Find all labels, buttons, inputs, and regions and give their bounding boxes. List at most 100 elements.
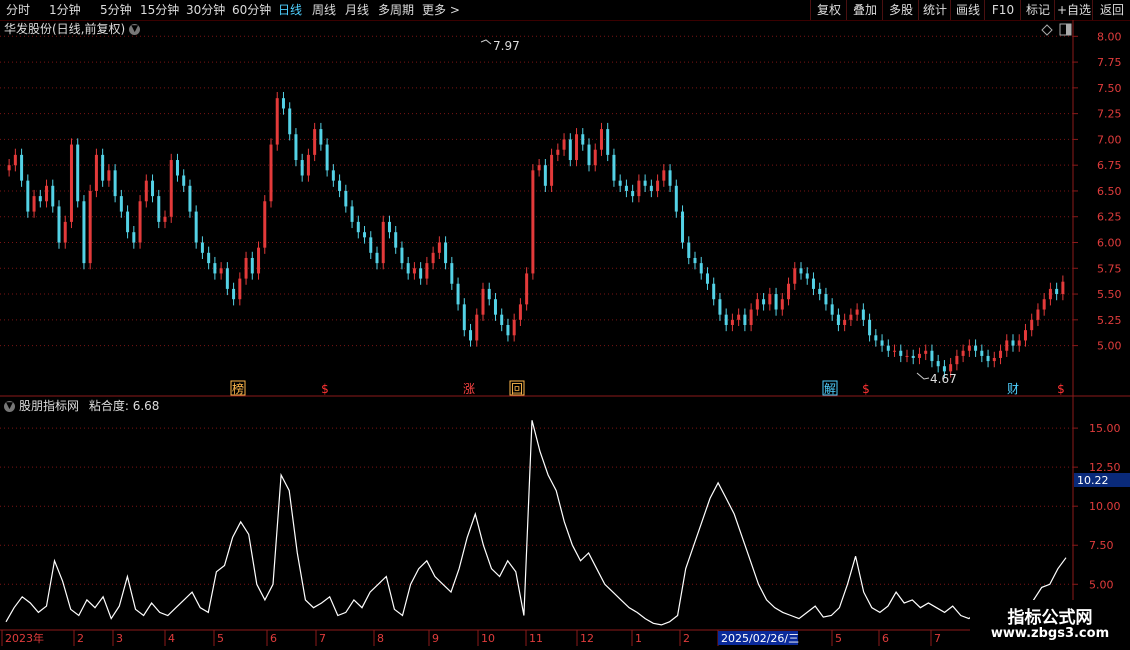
candle-body [381, 221, 385, 264]
period-tab-60min[interactable]: 60分钟 [232, 2, 271, 18]
add-watchlist-button[interactable]: +自选 [1054, 0, 1093, 20]
candle-body [275, 98, 279, 145]
candle-body [606, 129, 610, 155]
candle-body [163, 216, 167, 222]
period-tab-30min[interactable]: 30分钟 [186, 2, 225, 18]
period-tab-monthly[interactable]: 月线 [345, 2, 369, 18]
candle-body [531, 170, 535, 274]
overlay-button[interactable]: 叠加 [846, 0, 883, 20]
candle-body [562, 139, 566, 150]
marker-box [822, 380, 838, 396]
period-tab-more[interactable]: 更多 > [422, 2, 460, 18]
candle-body [500, 314, 504, 325]
indicator-title[interactable]: ▼ 股朋指标网 粘合度: 6.68 [4, 398, 159, 414]
watermark-url: www.zbgs3.com [990, 626, 1110, 641]
indicator-tick-label: 7.50 [1089, 539, 1114, 552]
chevron-down-icon[interactable]: ▼ [129, 24, 141, 35]
candle-body [568, 139, 572, 161]
candle-body [487, 288, 491, 300]
candle-body [113, 170, 117, 197]
candle-body [749, 309, 753, 325]
back-button[interactable]: 返回 [1092, 0, 1130, 20]
candle-body [880, 340, 884, 346]
stock-title[interactable]: 华发股份(日线,前复权) ▼ [4, 21, 141, 37]
candle-body [475, 314, 479, 341]
candle-body [618, 180, 622, 186]
period-tab-1min[interactable]: 1分钟 [49, 2, 81, 18]
period-tab-multi[interactable]: 多周期 [378, 2, 414, 18]
candle-body [350, 206, 354, 222]
event-marker[interactable]: 涨 [463, 381, 475, 396]
candle-body [774, 294, 778, 310]
price-tick-label: 5.50 [1097, 288, 1122, 301]
candle-body [288, 108, 292, 135]
panel-toggle-icon[interactable] [1059, 23, 1072, 36]
candle-body [138, 201, 142, 243]
candle-body [787, 283, 791, 300]
period-tab-5min[interactable]: 5分钟 [100, 2, 132, 18]
low-price-label: 4.67 [930, 372, 957, 386]
event-marker[interactable]: 回 [511, 382, 523, 396]
draw-line-button[interactable]: 画线 [950, 0, 985, 20]
candle-body [855, 309, 859, 315]
candle-body [63, 221, 67, 243]
date-label: 12 [580, 632, 594, 645]
candle-body [575, 134, 579, 161]
candle-body [543, 165, 547, 186]
candle-body [936, 361, 940, 367]
date-label: 4 [168, 632, 175, 645]
date-label: 6 [270, 632, 277, 645]
candle-body [169, 160, 173, 217]
price-tick-label: 6.50 [1097, 185, 1122, 198]
chevron-down-icon[interactable]: ▼ [4, 401, 15, 412]
stats-button[interactable]: 统计 [918, 0, 951, 20]
candle-body [232, 288, 236, 300]
candle-body [1055, 288, 1059, 295]
candle-body [1048, 288, 1052, 300]
period-tab-realtime[interactable]: 分时 [6, 2, 30, 18]
event-marker[interactable]: 财 [1007, 382, 1019, 396]
candle-body [469, 330, 473, 341]
candle-body [175, 160, 179, 176]
date-axis: 2023年 2 3 4 5 6 7 8 9 10 11 12 1 2 2025/02/26/三 5 6 7 [1, 630, 941, 646]
candle-body [250, 257, 254, 274]
candle-body [1030, 319, 1034, 331]
cursor-date-box [718, 631, 798, 645]
diamond-icon[interactable] [1041, 24, 1053, 36]
event-marker[interactable]: 榜 [232, 381, 244, 396]
event-marker[interactable]: 解 [824, 382, 836, 396]
candle-body [157, 196, 161, 222]
candle-body [119, 196, 123, 212]
mark-button[interactable]: 标记 [1020, 0, 1055, 20]
candle-body [1017, 340, 1021, 346]
candle-body [624, 185, 628, 191]
candle-body [387, 221, 391, 233]
candle-body [419, 268, 423, 279]
candle-body [194, 211, 198, 243]
f10-button[interactable]: F10 [984, 0, 1021, 20]
price-tick-label: 7.75 [1097, 56, 1122, 69]
low-pointer [916, 372, 930, 380]
period-tab-weekly[interactable]: 周线 [312, 2, 336, 18]
multi-stock-button[interactable]: 多股 [882, 0, 919, 20]
period-tab-daily[interactable]: 日线 [278, 2, 302, 18]
event-marker[interactable]: $ [862, 382, 870, 396]
candle-body [94, 154, 98, 191]
candle-body [699, 263, 703, 274]
candle-body [331, 170, 335, 181]
candle-body [705, 273, 709, 284]
candle-body [631, 190, 635, 197]
candle-body [537, 165, 541, 171]
candle-body [593, 149, 597, 166]
candle-body [375, 252, 379, 264]
date-label: 2 [683, 632, 690, 645]
candle-body [930, 350, 934, 362]
event-marker[interactable]: $ [321, 382, 329, 396]
period-tab-15min[interactable]: 15分钟 [140, 2, 179, 18]
event-marker[interactable]: $ [1057, 382, 1065, 396]
price-tick-label: 8.00 [1097, 30, 1122, 43]
candle-body [300, 160, 304, 176]
watermark-title: 指标公式网 [1007, 608, 1093, 628]
adjust-button[interactable]: 复权 [810, 0, 847, 20]
candle-body [225, 268, 229, 289]
